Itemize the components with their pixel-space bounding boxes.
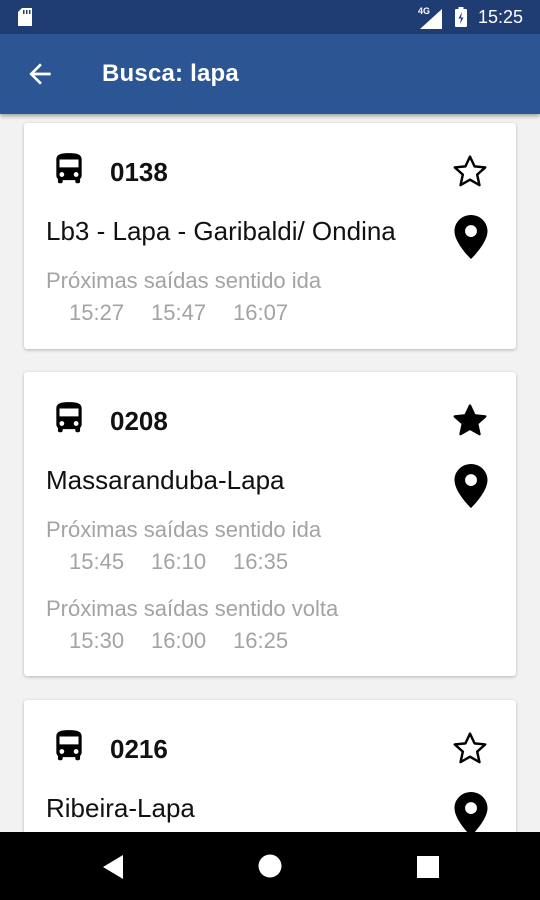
departure-time: 15:27 [69, 300, 125, 325]
nav-recents-icon[interactable] [417, 856, 439, 878]
route-card[interactable]: 0216 Ribeira-Lapa [24, 700, 516, 832]
route-number: 0208 [110, 406, 168, 436]
route-card[interactable]: 0138 Lb3 - Lapa - Garibaldi/ Ondina Próx… [24, 123, 516, 349]
departure-time: 16:35 [233, 549, 289, 574]
route-list[interactable]: 0138 Lb3 - Lapa - Garibaldi/ Ondina Próx… [0, 114, 540, 832]
departure-time: 16:07 [233, 300, 289, 325]
signal-icon [420, 9, 442, 29]
route-number: 0138 [110, 157, 168, 187]
back-arrow-icon[interactable] [24, 58, 56, 90]
departure-time: 15:30 [69, 628, 125, 653]
map-pin-icon[interactable] [454, 792, 488, 832]
favorite-star-outline-icon[interactable] [449, 151, 491, 193]
departures-ida-label: Próximas saídas sentido ida [46, 517, 322, 542]
status-time: 15:25 [478, 7, 524, 27]
route-name: Ribeira-Lapa [46, 793, 195, 823]
departures-ida-times: 15:27 15:47 16:07 [69, 300, 315, 326]
bus-icon [56, 730, 82, 761]
departures-ida-label: Próximas saídas sentido ida [46, 268, 322, 293]
departure-time: 16:10 [151, 549, 207, 574]
bus-icon [56, 153, 82, 184]
map-pin-icon[interactable] [454, 215, 488, 259]
system-nav-bar [0, 832, 540, 900]
departures-volta-label: Próximas saídas sentido volta [46, 596, 339, 621]
departure-time: 16:00 [151, 628, 207, 653]
nav-home-icon[interactable] [258, 854, 282, 878]
app-bar: Busca: lapa [0, 34, 540, 114]
favorite-star-outline-icon[interactable] [449, 728, 491, 770]
departures-volta-times: 15:30 16:00 16:25 [69, 628, 315, 654]
departure-time: 16:25 [233, 628, 289, 653]
bus-icon [56, 402, 82, 433]
status-bar: 4G 15:25 [0, 0, 540, 34]
departure-time: 15:45 [69, 549, 125, 574]
nav-back-icon[interactable] [101, 854, 125, 880]
route-card[interactable]: 0208 Massaranduba-Lapa Próximas saídas s… [24, 372, 516, 676]
route-name: Massaranduba-Lapa [46, 465, 285, 495]
departure-time: 15:47 [151, 300, 207, 325]
battery-icon [455, 7, 467, 27]
route-name: Lb3 - Lapa - Garibaldi/ Ondina [46, 216, 396, 246]
sd-card-icon [18, 8, 32, 26]
page-title: Busca: lapa [102, 60, 239, 87]
favorite-star-filled-icon[interactable] [449, 400, 491, 442]
departures-ida-times: 15:45 16:10 16:35 [69, 549, 315, 575]
route-number: 0216 [110, 734, 168, 764]
map-pin-icon[interactable] [454, 464, 488, 508]
